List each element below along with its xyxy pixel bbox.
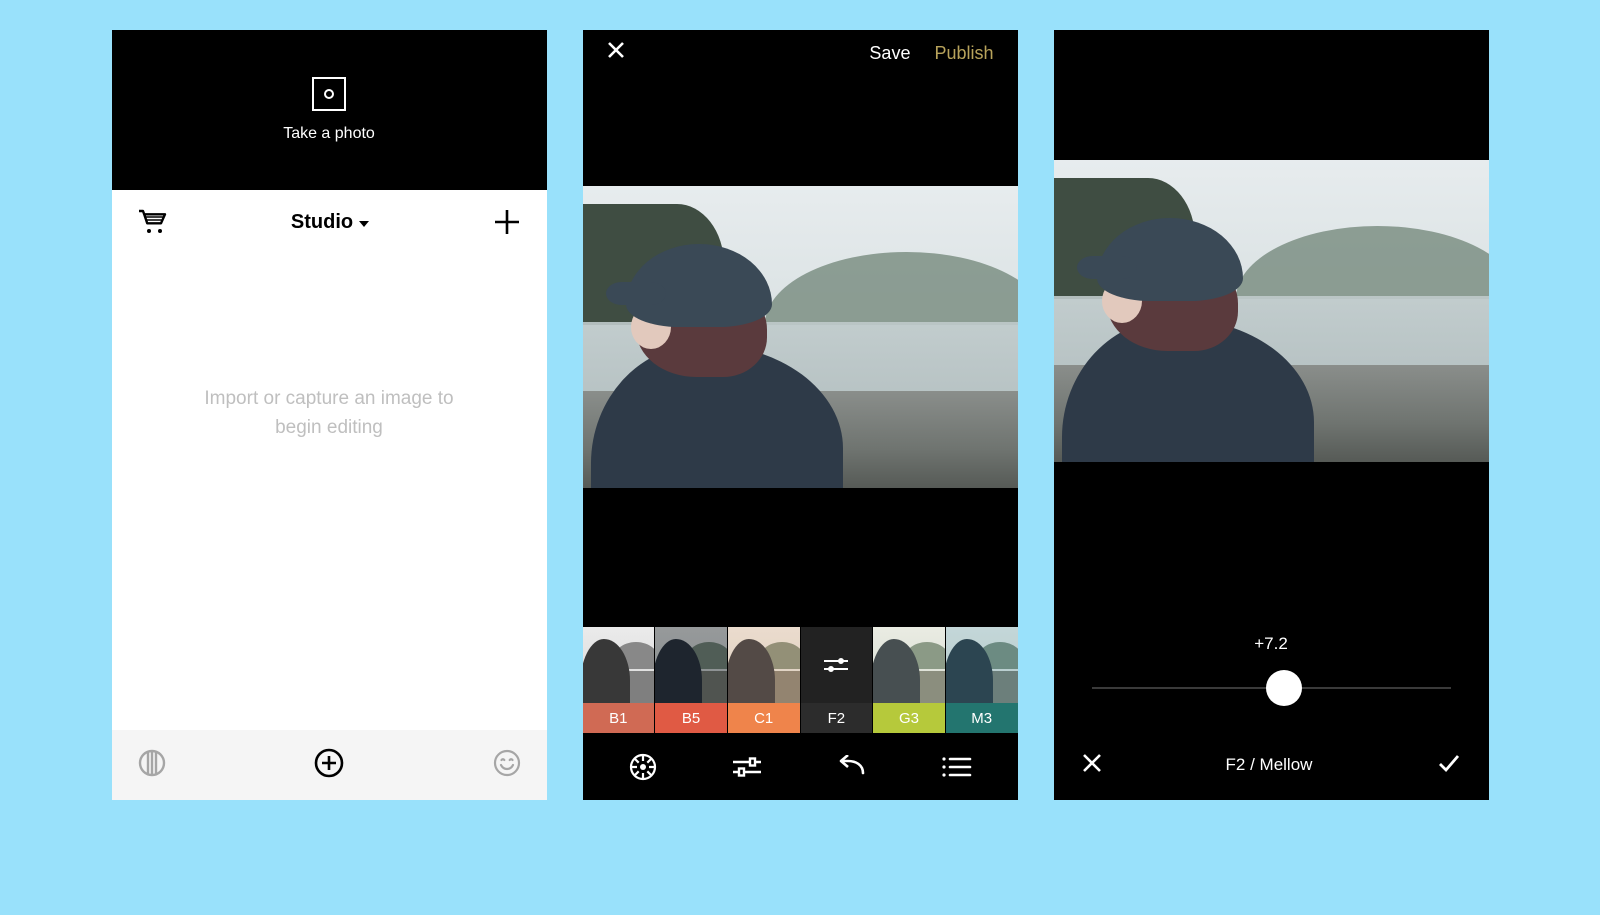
filter-label: C1: [728, 703, 800, 733]
studio-placeholder: Import or capture an image to begin edit…: [199, 384, 459, 443]
photo-preview-area: [583, 76, 1018, 627]
filter-strength-slider[interactable]: [1092, 668, 1451, 708]
editor-topbar: Save Publish: [583, 30, 1018, 76]
confirm-button[interactable]: [1437, 753, 1461, 778]
studio-topbar: Studio: [112, 190, 547, 254]
editor-toolbar: [583, 733, 1018, 800]
slider-bottombar: F2 / Mellow: [1054, 730, 1489, 800]
filter-f2[interactable]: F2: [801, 627, 873, 733]
filter-b1[interactable]: B1: [583, 627, 655, 733]
photo-preview[interactable]: [583, 186, 1018, 488]
filter-label: G3: [873, 703, 945, 733]
filter-name-label: F2 / Mellow: [1102, 755, 1437, 775]
editor-screen: Save Publish: [583, 30, 1018, 800]
slider-thumb[interactable]: [1266, 670, 1302, 706]
filter-strip: B1 B5 C1: [583, 627, 1018, 733]
filter-label: M3: [946, 703, 1018, 733]
plus-icon[interactable]: [493, 208, 521, 236]
studio-screen: Take a photo Studio: [112, 30, 547, 800]
list-icon[interactable]: [940, 756, 972, 778]
filter-c1[interactable]: C1: [728, 627, 800, 733]
filter-b5[interactable]: B5: [655, 627, 727, 733]
take-photo-label: Take a photo: [283, 125, 375, 143]
add-circle-icon[interactable]: [314, 748, 344, 783]
presets-icon[interactable]: [628, 752, 658, 782]
close-button[interactable]: [607, 41, 625, 65]
publish-button[interactable]: Publish: [934, 43, 993, 64]
studio-bottombar: [112, 730, 547, 800]
slider-screen: +7.2 F2 / Mellow: [1054, 30, 1489, 800]
smile-icon[interactable]: [493, 749, 521, 782]
cancel-button[interactable]: [1082, 753, 1102, 778]
save-button[interactable]: Save: [869, 43, 910, 64]
camera-icon: [312, 77, 346, 111]
contrast-icon[interactable]: [138, 749, 166, 782]
photo-preview[interactable]: [1054, 160, 1489, 462]
photo-preview-area: +7.2: [1054, 30, 1489, 730]
undo-icon[interactable]: [836, 755, 868, 779]
studio-dropdown[interactable]: Studio: [291, 211, 369, 234]
sliders-icon[interactable]: [730, 755, 764, 779]
filter-label: F2: [801, 703, 873, 733]
filter-label: B1: [583, 703, 655, 733]
chevron-down-icon: [359, 221, 369, 227]
filter-g3[interactable]: G3: [873, 627, 945, 733]
studio-title: Studio: [291, 211, 353, 234]
cart-icon[interactable]: [138, 209, 168, 235]
studio-body: Studio Import or capture an image to beg…: [112, 190, 547, 730]
camera-header[interactable]: Take a photo: [112, 30, 547, 190]
slider-value: +7.2: [1054, 634, 1489, 654]
sliders-icon: [801, 627, 873, 703]
filter-m3[interactable]: M3: [946, 627, 1018, 733]
filter-label: B5: [655, 703, 727, 733]
